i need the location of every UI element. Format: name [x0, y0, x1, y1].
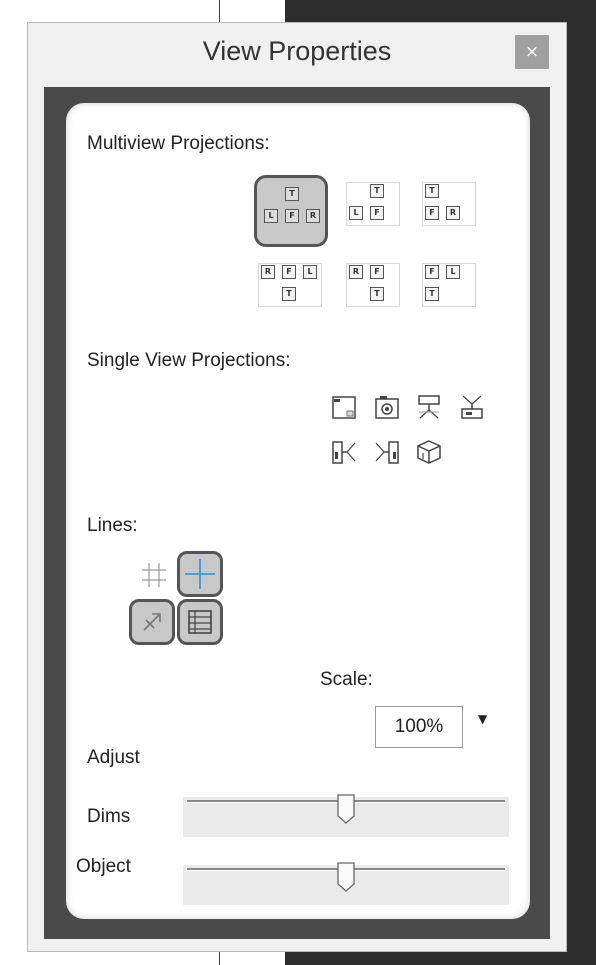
- close-button[interactable]: ×: [515, 35, 549, 69]
- plane-icon: [143, 613, 161, 631]
- top-projector-icon[interactable]: [414, 392, 444, 422]
- scale-label: Scale:: [320, 669, 373, 690]
- cell-front: F: [282, 265, 296, 279]
- camera-icon[interactable]: [372, 392, 402, 422]
- multiview-option-rf-t[interactable]: R F T: [342, 256, 416, 328]
- properties-panel: Multiview Projections: T L F R T L F T F…: [66, 103, 530, 919]
- cell-top: T: [370, 184, 384, 198]
- object-slider-thumb[interactable]: [337, 862, 355, 892]
- dims-slider[interactable]: [183, 794, 509, 837]
- bottom-projector-icon[interactable]: [457, 392, 487, 422]
- dims-slider-thumb[interactable]: [337, 794, 355, 824]
- multiview-option-t-lfr[interactable]: T L F R: [254, 175, 328, 247]
- multiview-label: Multiview Projections:: [87, 133, 270, 154]
- left-projector-icon[interactable]: [329, 437, 359, 467]
- cell-top: T: [425, 184, 439, 198]
- multiview-option-fl-t[interactable]: F L T: [418, 256, 492, 328]
- plane-button[interactable]: [129, 599, 175, 645]
- cell-top: T: [282, 287, 296, 301]
- multiview-option-t-fr[interactable]: T F R: [418, 175, 492, 247]
- hash-grid-icon: [142, 563, 166, 587]
- lines-label: Lines:: [87, 515, 138, 536]
- cell-left: L: [446, 265, 460, 279]
- cell-right: R: [261, 265, 275, 279]
- hatch-icon: [188, 610, 212, 634]
- hatch-button[interactable]: [177, 599, 223, 645]
- cell-front: F: [370, 265, 384, 279]
- panel-frame: Multiview Projections: T L F R T L F T F…: [44, 87, 550, 939]
- cell-top: T: [370, 287, 384, 301]
- cell-top: T: [425, 287, 439, 301]
- cell-right: R: [306, 209, 320, 223]
- cell-left: L: [303, 265, 317, 279]
- cell-left: L: [264, 209, 278, 223]
- frame-corner-icon[interactable]: [329, 392, 359, 422]
- isometric-cube-icon[interactable]: [414, 437, 444, 467]
- cell-left: L: [349, 206, 363, 220]
- adjust-label: Adjust: [87, 747, 140, 768]
- singleview-label: Single View Projections:: [87, 350, 291, 371]
- object-label: Object: [76, 856, 131, 877]
- cell-front: F: [370, 206, 384, 220]
- cell-right: R: [446, 206, 460, 220]
- scale-input[interactable]: 100%: [375, 706, 463, 748]
- cell-top: T: [285, 187, 299, 201]
- hash-grid-button[interactable]: [134, 555, 174, 595]
- chevron-down-icon[interactable]: ▼: [478, 712, 487, 726]
- multiview-option-t-lf[interactable]: T L F: [342, 175, 416, 247]
- cell-front: F: [285, 209, 299, 223]
- dims-label: Dims: [87, 806, 131, 827]
- crosshair-button[interactable]: [177, 551, 223, 597]
- window-title: View Properties: [202, 36, 392, 66]
- multiview-option-rfl-t[interactable]: R F L T: [254, 256, 328, 328]
- object-slider[interactable]: [183, 862, 509, 905]
- crosshair-icon: [185, 559, 215, 589]
- cell-right: R: [349, 265, 363, 279]
- cell-front: F: [425, 206, 439, 220]
- view-properties-window: View Properties × Multiview Projections:…: [27, 22, 567, 952]
- right-projector-icon[interactable]: [372, 437, 402, 467]
- cell-front: F: [425, 265, 439, 279]
